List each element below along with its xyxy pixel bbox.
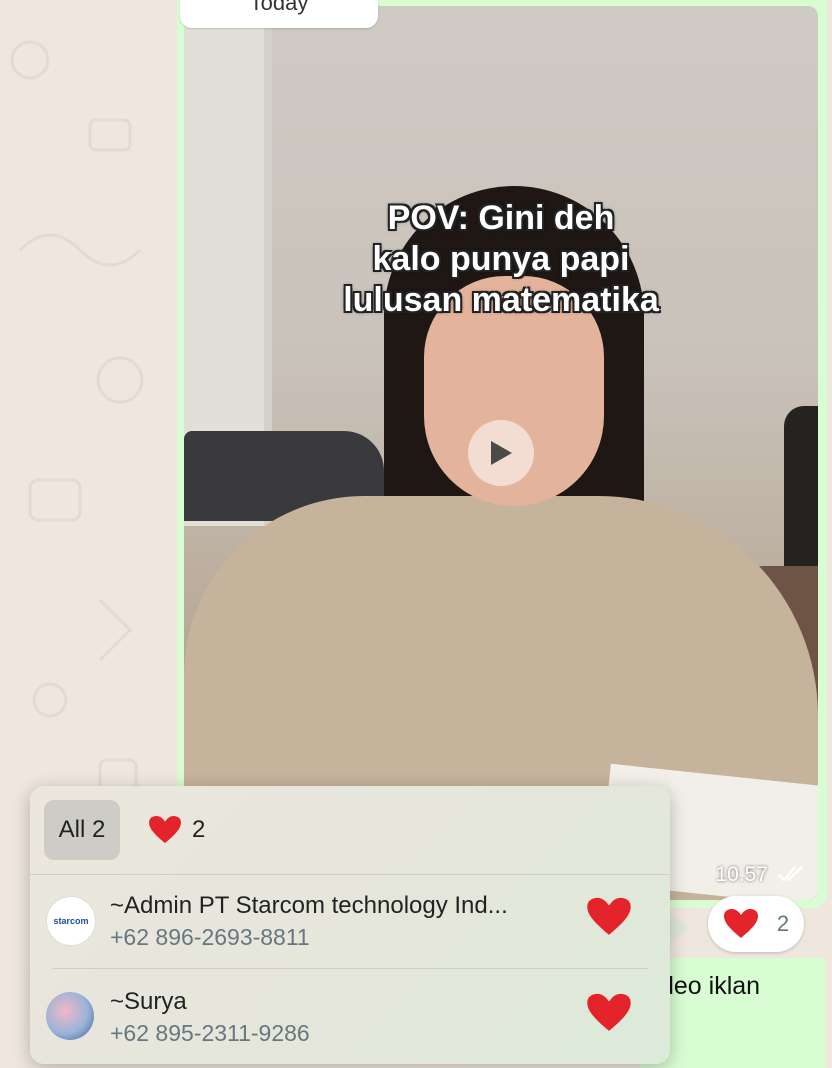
heart-icon [587,993,631,1031]
double-check-icon [778,866,803,882]
video-caption: POV: Gini deh kalo punya papi lulusan ma… [184,198,818,321]
reactor-row[interactable]: ~Surya +62 895-2311-9286 [30,970,670,1064]
row-divider [52,968,648,969]
avatar: starcom [46,896,96,946]
reactor-row[interactable]: starcom ~Admin PT Starcom technology Ind… [30,874,670,968]
play-button[interactable] [468,420,534,486]
heart-icon [587,897,631,935]
video-thumbnail[interactable]: POV: Gini deh kalo punya papi lulusan ma… [184,6,818,900]
date-separator: Today [180,0,378,28]
reactions-popup: All 2 2 starcom ~Admin PT Starcom techno… [30,786,670,1064]
tab-all-label: All 2 [58,816,106,843]
reactor-name: ~Surya [110,988,187,1015]
caption-line: lulusan matematika [343,281,659,319]
caption-line: kalo punya papi [372,240,630,278]
caption-line: POV: Gini deh [387,199,615,237]
avatar-logo-text: starcom [53,916,89,926]
reaction-count: 2 [776,911,790,936]
avatar [46,992,94,1040]
next-message-text: deo iklan [660,972,761,1000]
reactor-phone: +62 896-2693-8811 [110,924,310,950]
message-time: 10.57 [715,863,768,886]
reactor-phone: +62 895-2311-9286 [110,1020,310,1046]
tab-all-reactions[interactable]: All 2 [44,800,120,860]
tab-heart-count: 2 [192,816,206,843]
play-icon [491,441,512,465]
reaction-summary-pill[interactable]: 2 [708,896,804,952]
tab-heart-reactions[interactable]: 2 [148,800,205,860]
heart-icon [149,815,181,844]
reactor-name: ~Admin PT Starcom technology Ind... [110,892,508,919]
date-separator-label: Today [249,0,309,15]
heart-icon [723,909,758,938]
